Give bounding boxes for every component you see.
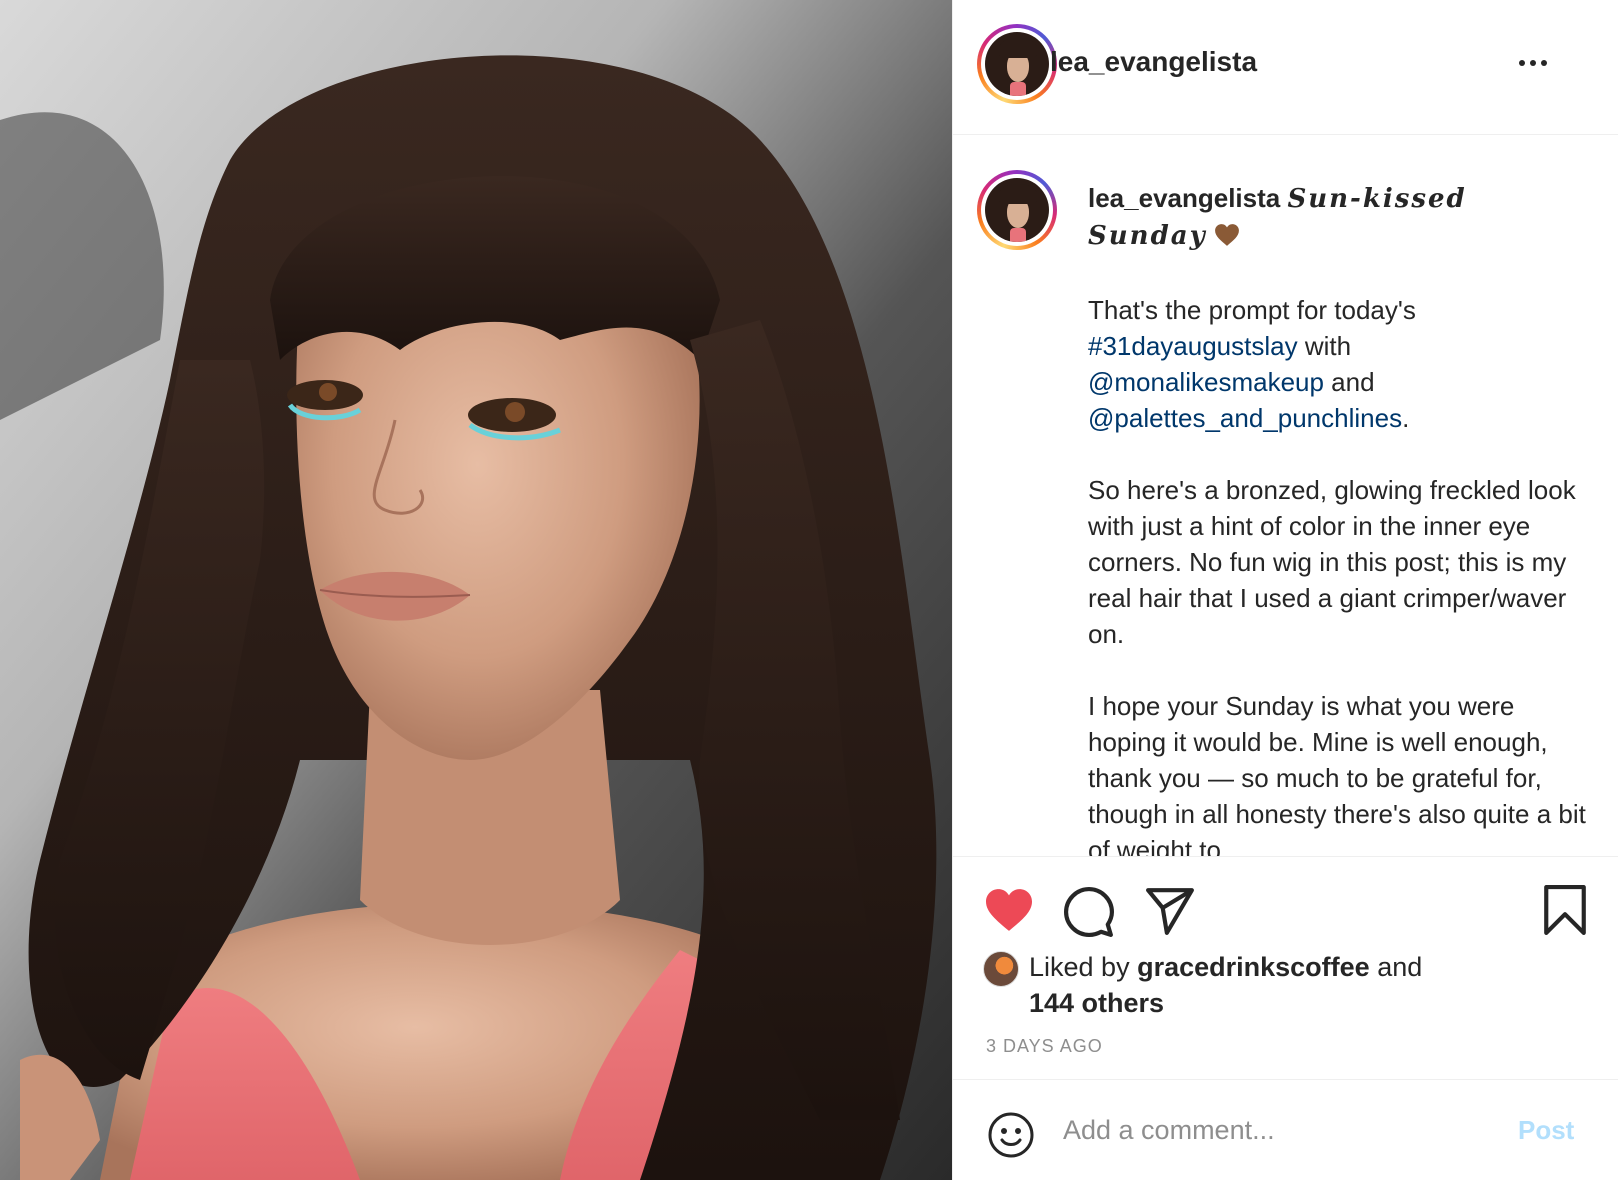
caption-scroll-area[interactable]: lea_evangelista Sun-kissed Sunday That's…	[953, 136, 1618, 856]
caption-paragraph-2: So here's a bronzed, glowing freckled lo…	[1088, 475, 1576, 649]
paper-plane-icon[interactable]	[1145, 887, 1195, 935]
liker-avatar[interactable]	[983, 951, 1019, 987]
likes-others-link[interactable]: 144 others	[1029, 988, 1164, 1018]
caption-username[interactable]: lea_evangelista	[1088, 183, 1280, 213]
post-caption: lea_evangelista Sun-kissed Sunday That's…	[1088, 180, 1588, 856]
comment-input[interactable]	[1063, 1107, 1503, 1153]
post-side-panel: lea_evangelista lea_evangelista Sun-kiss…	[952, 0, 1618, 1180]
post-header: lea_evangelista	[953, 0, 1618, 135]
post-comment-button[interactable]: Post	[1518, 1115, 1574, 1146]
mention-link-monalikesmakeup[interactable]: @monalikesmakeup	[1088, 367, 1324, 397]
caption-paragraph-3: I hope your Sunday is what you were hopi…	[1088, 691, 1586, 856]
heart-icon[interactable]	[983, 887, 1035, 933]
post-actions: Liked by gracedrinkscoffee and 144 other…	[953, 856, 1618, 1080]
caption-author-avatar[interactable]	[977, 170, 1057, 250]
avatar-photo	[985, 178, 1049, 242]
smiley-icon[interactable]	[987, 1111, 1035, 1159]
post-timestamp[interactable]: 3 DAYS AGO	[986, 1036, 1103, 1057]
brown-heart-emoji	[1214, 220, 1240, 256]
author-avatar[interactable]	[977, 24, 1057, 104]
author-username[interactable]: lea_evangelista	[1050, 46, 1257, 78]
liker-username[interactable]: gracedrinkscoffee	[1137, 952, 1370, 982]
comment-icon[interactable]	[1064, 887, 1114, 937]
bookmark-icon[interactable]	[1543, 885, 1587, 935]
add-comment-row: Post	[953, 1081, 1618, 1180]
avatar-photo	[985, 32, 1049, 96]
portrait-illustration	[0, 0, 952, 1180]
hashtag-link[interactable]: #31dayaugustslay	[1088, 331, 1298, 361]
caption-paragraph-1: That's the prompt for today's #31dayaugu…	[1088, 295, 1416, 433]
more-horizontal-icon[interactable]	[1513, 48, 1553, 78]
likes-text: Liked by gracedrinkscoffee and 144 other…	[1029, 952, 1423, 1018]
mention-link-palettes-and-punchlines[interactable]: @palettes_and_punchlines	[1088, 403, 1402, 433]
post-photo[interactable]	[0, 0, 952, 1180]
